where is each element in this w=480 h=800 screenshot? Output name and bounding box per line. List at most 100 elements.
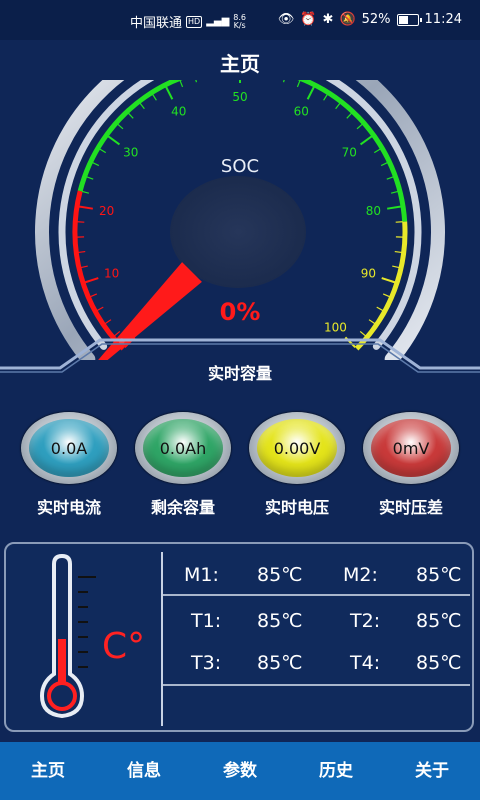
soc-label: SOC — [220, 156, 260, 177]
gauge-tick-label: 60 — [294, 105, 309, 119]
capacity-value: 0.0Ah — [159, 438, 207, 458]
bottom-nav: 主页 信息 参数 历史 关于 — [0, 742, 480, 800]
gauge-tick — [356, 123, 363, 130]
voltage-meter: 0.00V 实时电压 — [237, 412, 357, 518]
temp-t2-value: 85℃ — [416, 610, 462, 632]
alarm-icon: ⏰ — [300, 12, 317, 27]
temp-divider-2 — [163, 684, 470, 686]
gauge-tick — [152, 94, 157, 101]
voltage-diff-orb-inner: 0mV — [371, 419, 451, 477]
temp-t4-value: 85℃ — [416, 652, 462, 674]
voltage-diff-orb: 0mV — [363, 412, 459, 484]
voltage-orb-inner: 0.00V — [257, 419, 337, 477]
gauge-tick — [392, 265, 400, 269]
page-title: 主页 — [220, 52, 260, 76]
temp-t4-name: T4: — [350, 652, 381, 674]
gauge-tick — [382, 293, 390, 298]
current-value: 0.0A — [50, 438, 88, 458]
gauge-tick — [78, 205, 93, 210]
gauge-tick — [90, 293, 98, 298]
capacity-title: 实时容量 — [207, 364, 272, 383]
gauge-tick — [81, 190, 90, 194]
capacity-orb-inner: 0.0Ah — [143, 419, 223, 477]
gauge-tick — [323, 94, 328, 101]
voltage-orb: 0.00V — [249, 412, 345, 484]
gauge-tick — [80, 265, 88, 269]
gauge-tick — [117, 123, 124, 130]
gauge-tick-label: 50 — [232, 90, 247, 104]
gauge-tick — [165, 86, 174, 100]
gauge-tick — [368, 319, 376, 325]
voltage-label: 实时电压 — [264, 498, 329, 517]
gauge-tick — [394, 250, 402, 254]
voltage-value: 0.00V — [273, 438, 321, 458]
carrier-name: 中国联通 — [130, 16, 183, 31]
status-bar: 中国联通 HD ▂▄▆ 8.6 K/s 👁 ⏰ ✱ 🔕 52% 11:24 — [0, 0, 480, 40]
capacity-label: 剩余容量 — [150, 498, 215, 517]
gauge-tick — [107, 135, 121, 146]
gauge-tick — [387, 205, 402, 210]
temp-m1-name: M1: — [184, 564, 219, 586]
current-meter: 0.0A 实时电流 — [9, 412, 129, 518]
gauge-tick-label: 70 — [342, 146, 357, 160]
gauge-tick — [346, 112, 353, 119]
gauge-tick — [380, 162, 388, 167]
battery-icon — [396, 13, 422, 26]
current-label: 实时电流 — [36, 498, 101, 517]
nav-history[interactable]: 历史 — [288, 742, 384, 800]
temp-t1-value: 85℃ — [257, 610, 303, 632]
gauge-tick-label: 10 — [104, 267, 119, 281]
nav-info[interactable]: 信息 — [96, 742, 192, 800]
gauge-tick — [282, 80, 285, 83]
gauge-tick — [195, 80, 198, 83]
current-orb: 0.0A — [21, 412, 117, 484]
hd-badge: HD — [186, 15, 203, 28]
eye-icon: 👁 — [277, 12, 295, 27]
gauge-tick — [104, 319, 112, 325]
soc-value: 0% — [219, 298, 261, 326]
current-orb-inner: 0.0A — [29, 419, 109, 477]
clock: 11:24 — [424, 12, 462, 27]
gauge-tick — [99, 148, 107, 154]
gauge-tick-label: 80 — [366, 204, 381, 218]
gauge-tick — [381, 277, 396, 284]
battery-percent: 52% — [361, 12, 391, 27]
gauge-tick-label: 30 — [123, 146, 138, 160]
gauge-tick — [139, 102, 145, 110]
temp-t2-name: T2: — [350, 610, 381, 632]
temp-t3-value: 85℃ — [257, 652, 303, 674]
signal-icon: ▂▄▆ — [206, 16, 230, 27]
net-speed-unit: K/s — [233, 20, 246, 30]
mute-icon: 🔕 — [339, 12, 356, 27]
temp-m2-value: 85℃ — [416, 564, 462, 586]
gauge-tick — [373, 148, 381, 154]
nav-params[interactable]: 参数 — [192, 742, 288, 800]
meter-row: 0.0A 实时电流 0.0Ah 剩余容量 0.00V 实时电压 0mV 实时压差 — [0, 412, 480, 522]
temp-m2-name: M2: — [343, 564, 378, 586]
gauge-tick — [376, 306, 384, 312]
bluetooth-icon: ✱ — [322, 12, 334, 27]
gauge-tick — [296, 80, 301, 88]
gauge-tick — [359, 135, 373, 146]
gauge-tick — [335, 102, 341, 110]
gauge-tick-label: 90 — [361, 267, 376, 281]
temp-divider-vertical — [161, 552, 163, 726]
nav-home[interactable]: 主页 — [0, 742, 96, 800]
gauge-tick — [179, 80, 184, 88]
gauge-tick — [96, 306, 104, 312]
gauge-tick — [390, 190, 399, 194]
voltage-diff-label: 实时压差 — [378, 498, 443, 517]
capacity-meter: 0.0Ah 剩余容量 — [123, 412, 243, 518]
voltage-diff-meter: 0mV 实时压差 — [351, 412, 471, 518]
gauge-tick — [127, 112, 134, 119]
gauge-tick — [92, 162, 100, 167]
capacity-orb: 0.0Ah — [135, 412, 231, 484]
gauge-tick — [386, 176, 394, 180]
temp-t1-name: T1: — [191, 610, 222, 632]
temp-m1-value: 85℃ — [257, 564, 303, 586]
gauge-tick — [86, 176, 94, 180]
nav-about[interactable]: 关于 — [384, 742, 480, 800]
net-speed: 8.6 K/s — [233, 13, 246, 30]
gauge-tick-label: 20 — [99, 204, 114, 218]
gauge-tick — [84, 277, 99, 284]
